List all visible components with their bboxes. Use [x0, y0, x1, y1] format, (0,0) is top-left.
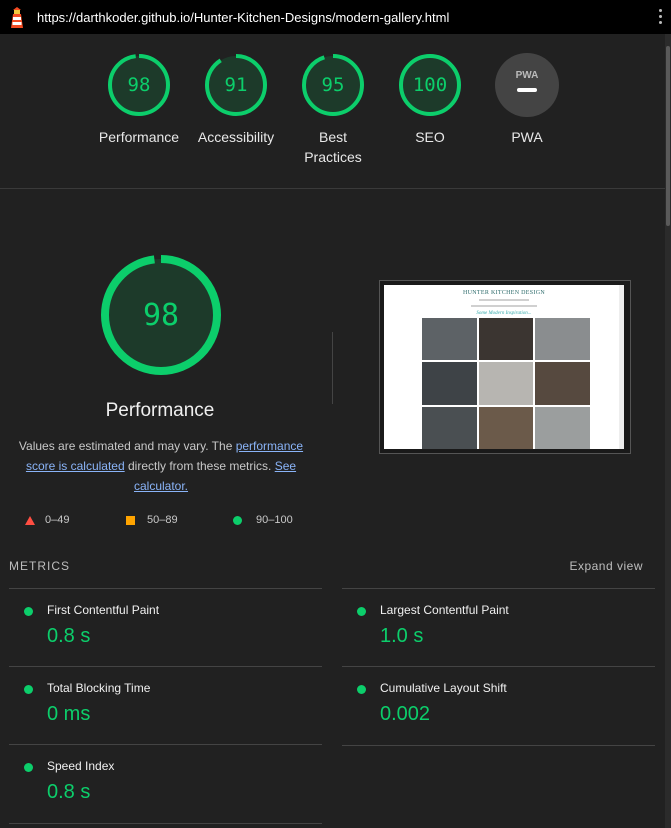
gauge-label: Accessibility [197, 129, 275, 145]
metric-value: 0.8 s [47, 781, 91, 803]
gallery-image [478, 362, 534, 405]
gauge-label: PWA [511, 129, 543, 145]
metric-cumulative-layout-shift: Cumulative Layout Shift 0.002 [342, 666, 655, 746]
metric-value: 1.0 s [380, 625, 424, 647]
gauge-best-practices[interactable]: 95 Best Practices [283, 53, 383, 167]
desc-text: Values are estimated and may vary. The [18, 439, 236, 453]
pass-icon [357, 607, 366, 616]
gauge-performance[interactable]: 98 Performance [89, 53, 189, 147]
screenshot-scrollbar [619, 285, 624, 449]
screenshot-site-title: HUNTER KITCHEN DESIGN [463, 290, 545, 296]
gauge-label: Best Practices [304, 129, 362, 165]
scrollbar[interactable] [665, 34, 671, 828]
pass-icon [24, 607, 33, 616]
more-options-icon[interactable] [659, 9, 663, 27]
desc-text: directly from these metrics. [124, 459, 275, 473]
screenshot-nav-line [479, 299, 529, 301]
metric-name: First Contentful Paint [47, 603, 160, 617]
gallery-image [535, 362, 590, 405]
gauge-score: 100 [413, 74, 447, 96]
pass-icon [357, 685, 366, 694]
legend-average: 50–89 [126, 514, 178, 526]
performance-title: Performance [105, 400, 215, 421]
metric-value: 0.8 s [47, 625, 91, 647]
lighthouse-icon [11, 7, 23, 28]
metric-name: Total Blocking Time [47, 681, 151, 695]
legend-average-label: 50–89 [147, 514, 178, 526]
metric-name: Speed Index [47, 759, 115, 773]
screenshot-nav-line [471, 305, 537, 307]
legend-fail-label: 0–49 [45, 514, 70, 526]
metric-name: Cumulative Layout Shift [380, 681, 507, 695]
metrics-heading: METRICS [9, 559, 70, 573]
legend-pass: 90–100 [233, 514, 293, 526]
screenshot-page: HUNTER KITCHEN DESIGN Some Modern Inspir… [384, 285, 624, 449]
legend-fail: 0–49 [25, 514, 69, 526]
square-icon [126, 515, 135, 525]
pass-icon [24, 763, 33, 772]
performance-gauge: 98 [101, 255, 221, 375]
gauge-label: SEO [415, 129, 445, 145]
metric-largest-contentful-paint: Largest Contentful Paint 1.0 s [342, 588, 655, 667]
gauge-score: 91 [225, 74, 248, 96]
circle-icon [233, 515, 242, 525]
pwa-badge-text: PWA [516, 70, 539, 81]
metric-first-contentful-paint: First Contentful Paint 0.8 s [9, 588, 322, 667]
metric-total-blocking-time: Total Blocking Time 0 ms [9, 666, 322, 745]
gallery-image [478, 406, 534, 449]
gauge-score: 98 [128, 74, 151, 96]
metric-speed-index: Speed Index 0.8 s [9, 744, 322, 824]
gallery-image [422, 318, 477, 361]
divider [332, 332, 333, 404]
address-bar: https://darthkoder.github.io/Hunter-Kitc… [0, 0, 671, 34]
gallery-image [478, 318, 534, 361]
pass-icon [24, 685, 33, 694]
metric-name: Largest Contentful Paint [380, 603, 509, 617]
performance-description: Values are estimated and may vary. The p… [14, 436, 308, 496]
legend-pass-label: 90–100 [256, 514, 293, 526]
gauge-seo[interactable]: 100 SEO [380, 53, 480, 147]
gauge-seo-ring: 100 [399, 54, 461, 116]
triangle-icon [25, 515, 35, 525]
performance-score: 98 [143, 298, 179, 333]
screenshot-gallery [422, 318, 590, 449]
gauge-best-practices-ring: 95 [302, 54, 364, 116]
gauge-score: 95 [322, 74, 345, 96]
gauge-label: Performance [98, 129, 180, 145]
screenshot-subtitle: Some Modern Inspiration... [476, 311, 532, 316]
page-screenshot-thumbnail[interactable]: HUNTER KITCHEN DESIGN Some Modern Inspir… [379, 280, 631, 454]
gauge-accessibility[interactable]: 91 Accessibility [186, 53, 286, 147]
gauge-accessibility-ring: 91 [205, 54, 267, 116]
pwa-icon: PWA [495, 53, 559, 117]
gallery-image [535, 406, 590, 449]
metric-value: 0 ms [47, 703, 91, 725]
expand-view-button[interactable]: Expand view [569, 559, 643, 573]
gauge-pwa[interactable]: PWA PWA [477, 53, 577, 147]
gallery-image [422, 362, 477, 405]
gallery-image [535, 318, 590, 361]
metric-value: 0.002 [380, 703, 431, 725]
scrollbar-thumb[interactable] [666, 46, 670, 226]
gallery-image [422, 406, 477, 449]
gauge-performance-ring: 98 [108, 54, 170, 116]
page-url[interactable]: https://darthkoder.github.io/Hunter-Kitc… [37, 10, 449, 25]
score-summary: 98 Performance 91 Accessibility 95 Best … [0, 34, 665, 189]
